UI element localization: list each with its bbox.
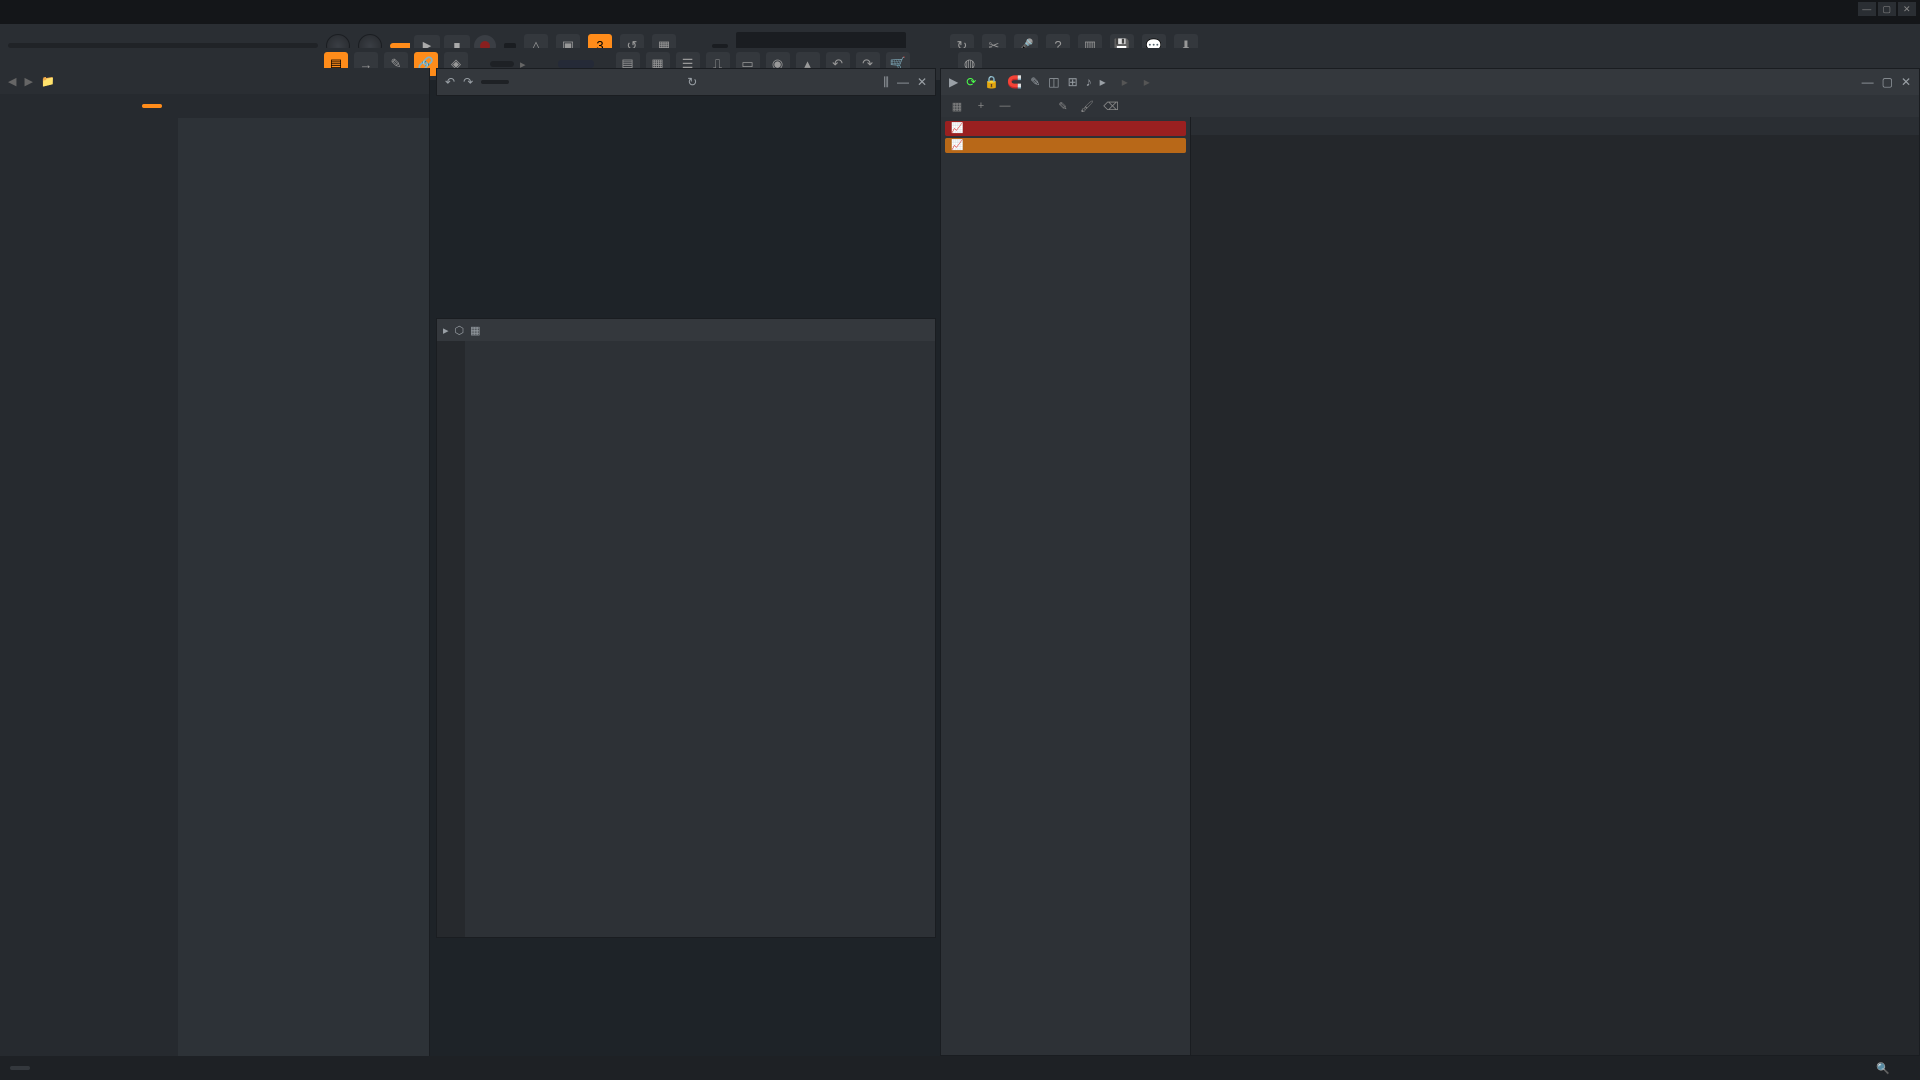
maximize-button[interactable]: ▢: [1878, 2, 1896, 16]
pl-tool4-icon[interactable]: ♪: [1086, 75, 1092, 89]
playlist-ruler[interactable]: [1191, 117, 1919, 135]
pl-lock-icon[interactable]: 🔒: [984, 75, 999, 89]
tags-button[interactable]: [10, 1066, 30, 1070]
cr-graph-icon[interactable]: ⫼: [883, 75, 889, 90]
pl-grid-icon[interactable]: ▦: [947, 97, 967, 115]
cr-fwd-icon[interactable]: ↷: [463, 75, 473, 89]
tab-plugins[interactable]: [64, 104, 76, 108]
pattern-select[interactable]: [558, 60, 594, 68]
status-bar: 🔍: [0, 1056, 1920, 1080]
picker-multiband[interactable]: 📈: [945, 138, 1186, 153]
browser-fwd-icon[interactable]: ▶: [24, 75, 32, 88]
channel-rack-panel: ↶ ↷ ↻ ⫼ — ✕: [436, 68, 936, 96]
pl-playlist-icon[interactable]: ▸: [1100, 75, 1106, 89]
pl-erase-icon[interactable]: ⌫: [1101, 97, 1121, 115]
time-display[interactable]: [712, 44, 728, 48]
pl-close-icon[interactable]: ✕: [1901, 75, 1911, 89]
mixer-tracks: [465, 341, 935, 937]
browser-folder-icon[interactable]: 📁: [41, 75, 55, 88]
tab-alle[interactable]: [12, 104, 24, 108]
browser-panel: ◀ ▶ 📁: [0, 68, 430, 1056]
mx-view-icon[interactable]: ▦: [470, 324, 480, 337]
tab-library[interactable]: [90, 104, 102, 108]
step-mode-select[interactable]: [490, 61, 514, 67]
close-button[interactable]: ✕: [1898, 2, 1916, 16]
tab-project[interactable]: [38, 104, 50, 108]
cr-back-icon[interactable]: ↶: [445, 75, 455, 89]
playlist-track-headers: 📈 📈: [941, 117, 1191, 1055]
pl-add-icon[interactable]: +: [971, 97, 991, 115]
pl-line-icon[interactable]: —: [995, 97, 1015, 115]
pl-tool2-icon[interactable]: ◫: [1048, 75, 1059, 89]
pl-min-icon[interactable]: —: [1862, 75, 1874, 89]
pl-pencil-icon[interactable]: ✎: [1053, 97, 1073, 115]
sample-list[interactable]: [178, 118, 429, 1056]
cr-min-icon[interactable]: —: [897, 75, 909, 89]
browser-tabs: [0, 94, 429, 118]
mx-menu-icon[interactable]: ▸: [443, 324, 449, 337]
pl-sync-icon[interactable]: ⟳: [966, 75, 976, 89]
search-icon[interactable]: 🔍: [1876, 1062, 1890, 1075]
pl-tool1-icon[interactable]: ✎: [1030, 75, 1040, 89]
cr-loop-icon[interactable]: ↻: [687, 75, 697, 89]
mixer-ruler: [437, 341, 465, 937]
playlist-panel: ▶ ⟳ 🔒 🧲 ✎ ◫ ⊞ ♪ ▸ ▸ ▸ — ▢ ✕ ▦ + — ✎ 🖌 ⌫: [940, 68, 1920, 1056]
pl-tool3-icon[interactable]: ⊞: [1068, 75, 1078, 89]
browser-tree[interactable]: [0, 118, 178, 1056]
pl-magnet-icon[interactable]: 🧲: [1007, 75, 1022, 89]
playlist-grid[interactable]: [1191, 117, 1919, 1055]
mixer-panel: ▸ ⬡ ▦: [436, 318, 936, 938]
tab-all2[interactable]: [142, 104, 162, 108]
menu-bar: — ▢ ✕: [0, 0, 1920, 24]
browser-back-icon[interactable]: ◀: [8, 75, 16, 88]
tab-starred[interactable]: [116, 104, 128, 108]
cr-filter-select[interactable]: [481, 80, 509, 84]
cr-close-icon[interactable]: ✕: [917, 75, 927, 89]
mx-opt-icon[interactable]: ⬡: [455, 324, 465, 337]
minimize-button[interactable]: —: [1858, 2, 1876, 16]
pl-brush-icon[interactable]: 🖌: [1077, 97, 1097, 115]
pl-play-icon[interactable]: ▶: [949, 75, 958, 89]
pl-max-icon[interactable]: ▢: [1882, 75, 1893, 89]
picker-master[interactable]: 📈: [945, 121, 1186, 136]
